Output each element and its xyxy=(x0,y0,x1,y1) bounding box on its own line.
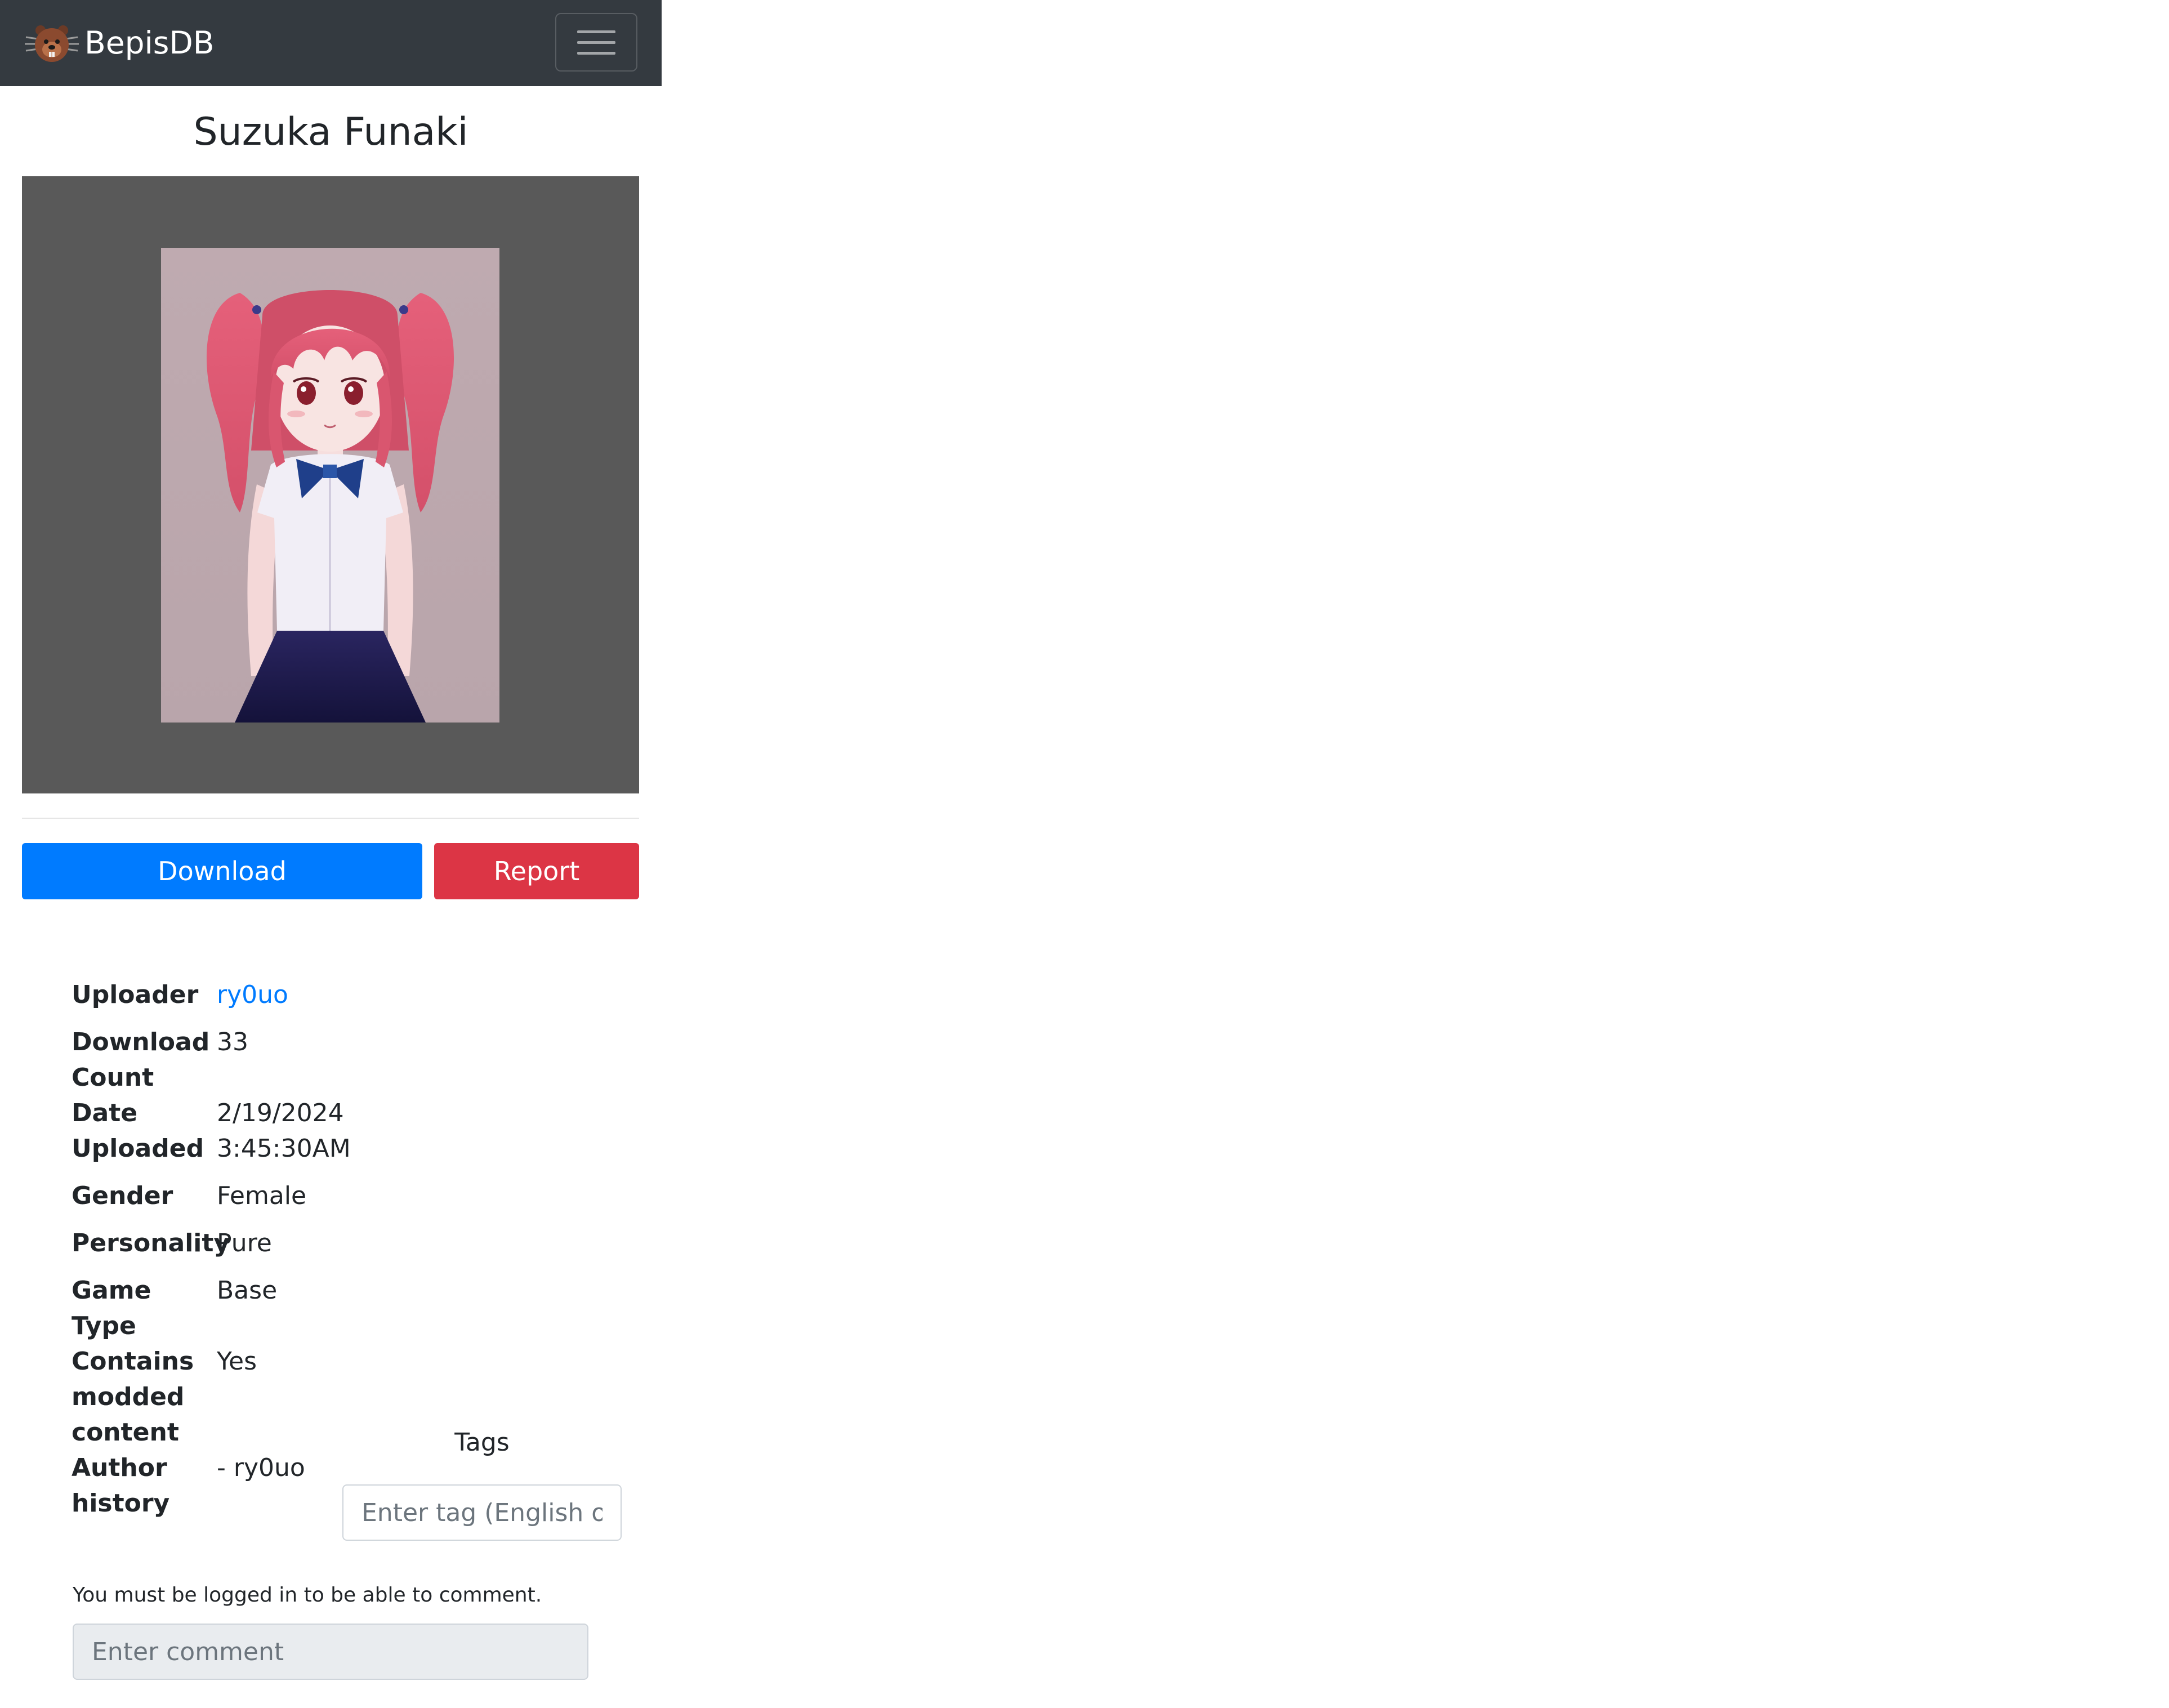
date-uploaded-time: 3:45:30AM xyxy=(217,1134,351,1163)
download-button[interactable]: Download xyxy=(22,843,422,899)
game-type-label-line: Type xyxy=(72,1312,136,1340)
personality-value: Pure xyxy=(217,1229,272,1257)
game-type-row: Game Type Base xyxy=(72,1273,353,1344)
brand-link[interactable]: BepisDB xyxy=(24,20,215,65)
brand-name: BepisDB xyxy=(84,24,215,61)
navbar: BepisDB xyxy=(0,0,662,86)
download-count-label-line: Count xyxy=(72,1063,154,1092)
modded-content-row: Contains modded content Yes xyxy=(72,1344,353,1450)
modded-content-label-line: Contains xyxy=(72,1347,194,1376)
uploader-label: Uploader xyxy=(72,980,199,1009)
modded-content-value: Yes xyxy=(217,1347,257,1376)
login-required-note: You must be logged in to be able to comm… xyxy=(73,1584,542,1607)
hamburger-menu-icon-bar xyxy=(577,41,615,44)
download-count-label: Download Count xyxy=(72,1024,217,1095)
download-count-row: Download Count 33 xyxy=(72,1024,353,1095)
date-uploaded-label-line: Uploaded xyxy=(72,1134,204,1163)
gender-label: Gender xyxy=(72,1181,173,1210)
date-uploaded-label-line: Date xyxy=(72,1099,138,1127)
uploader-link[interactable]: ry0uo xyxy=(217,977,288,1013)
hamburger-menu-icon-bar xyxy=(577,30,615,33)
author-history-row: Author history - ry0uo xyxy=(72,1450,353,1521)
divider xyxy=(22,818,639,819)
date-uploaded-row: Date Uploaded 2/19/2024 3:45:30AM xyxy=(72,1095,353,1166)
card-title: Suzuka Funaki xyxy=(193,110,468,154)
modded-content-label: Contains modded content xyxy=(72,1344,217,1450)
page: BepisDB Suzuka Funaki Download Report Up… xyxy=(0,0,2169,1708)
card-info-table: Uploader ry0uo Download Count 33 Date Up… xyxy=(72,977,353,1521)
character-card-image xyxy=(161,248,499,723)
card-image-container xyxy=(22,176,639,793)
author-history-label-line: Author xyxy=(72,1453,167,1482)
game-type-label: Game Type xyxy=(72,1273,217,1344)
date-uploaded-date: 2/19/2024 xyxy=(217,1099,344,1127)
date-uploaded-label: Date Uploaded xyxy=(72,1095,217,1166)
game-type-label-line: Game xyxy=(72,1276,151,1305)
modded-content-label-line: content xyxy=(72,1418,179,1447)
download-count-label-line: Download xyxy=(72,1028,210,1056)
download-count-value: 33 xyxy=(217,1028,248,1056)
modded-content-label-line: modded xyxy=(72,1383,185,1411)
author-history-label-line: history xyxy=(72,1489,170,1518)
author-history-value: - ry0uo xyxy=(217,1453,305,1482)
tags-heading: Tags xyxy=(454,1428,510,1457)
report-button[interactable]: Report xyxy=(434,843,639,899)
navbar-toggle-button[interactable] xyxy=(555,13,637,72)
hamburger-menu-icon-bar xyxy=(577,51,615,55)
gender-row: Gender Female xyxy=(72,1178,353,1214)
tag-input[interactable] xyxy=(342,1484,622,1541)
comment-input[interactable] xyxy=(73,1624,588,1680)
uploader-row: Uploader ry0uo xyxy=(72,977,353,1013)
bepis-beaver-logo-icon xyxy=(25,25,79,62)
gender-value: Female xyxy=(217,1181,307,1210)
game-type-value: Base xyxy=(217,1276,278,1305)
author-history-label: Author history xyxy=(72,1450,217,1521)
personality-row: Personality Pure xyxy=(72,1225,353,1261)
date-uploaded-value: 2/19/2024 3:45:30AM xyxy=(217,1095,351,1166)
personality-label: Personality xyxy=(72,1229,230,1257)
